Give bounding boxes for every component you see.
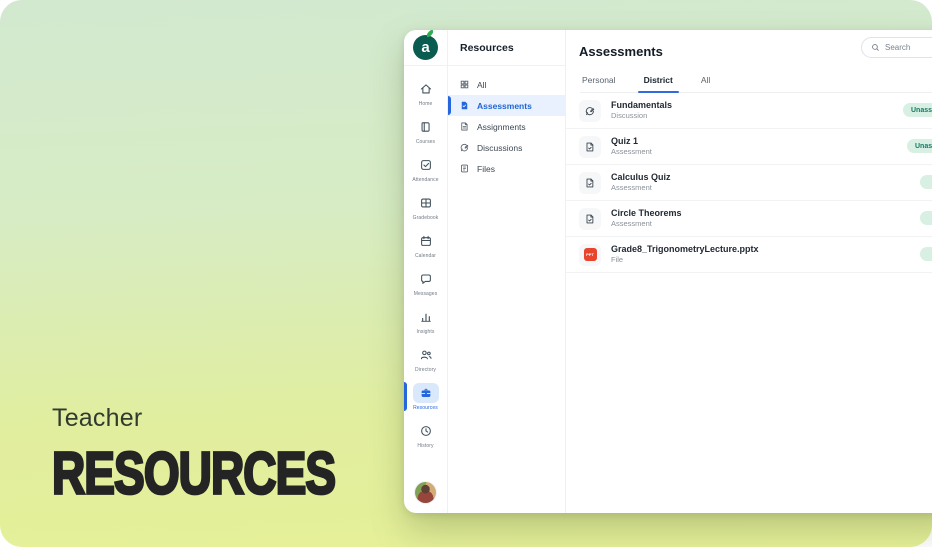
- nav-item-insights[interactable]: Insights: [404, 304, 447, 339]
- list-item-text: Fundamentals Discussion: [611, 100, 672, 121]
- calendar-icon: [413, 231, 439, 251]
- item-title: Grade8_TrigonometryLecture.pptx: [611, 244, 759, 254]
- nav-item-label: Courses: [415, 139, 436, 145]
- nav-item-attendance[interactable]: Attendance: [404, 152, 447, 187]
- files-icon: [461, 164, 468, 173]
- list-item-text: Circle Theorems Assessment: [611, 208, 682, 229]
- item-subtitle: File: [611, 255, 624, 265]
- nav-item-label: Gradebook: [412, 215, 439, 221]
- list-item-fundamentals[interactable]: Fundamentals Discussion Unassigned: [566, 93, 932, 129]
- ppt-file-type-label: PPT: [583, 248, 597, 261]
- book-icon: [413, 117, 439, 137]
- nav-item-label: Attendance: [412, 177, 439, 183]
- checkbox-icon: [413, 155, 439, 175]
- poster-headline: Teacher RESOURCES: [51, 404, 360, 508]
- item-subtitle: Assessment: [611, 219, 652, 229]
- assignment-doc-icon: [461, 122, 468, 131]
- tab-personal[interactable]: Personal: [580, 75, 618, 92]
- item-title: Fundamentals: [611, 100, 673, 110]
- assessment-doc-icon: [579, 207, 601, 230]
- discussion-icon: [460, 143, 469, 152]
- status-badge: Unassigned: [903, 103, 932, 117]
- briefcase-icon: [412, 383, 439, 403]
- item-title: Quiz 1: [611, 136, 639, 146]
- nav-item-label: Insights: [416, 329, 435, 335]
- assessment-doc-icon: [579, 171, 601, 194]
- panel-item-files[interactable]: Files: [448, 158, 565, 179]
- panel-item-label: Discussions: [477, 142, 523, 153]
- nav-item-calendar[interactable]: Calendar: [404, 228, 447, 263]
- poster-eyebrow: Teacher: [52, 404, 143, 432]
- tab-bar: Personal District All: [580, 75, 932, 93]
- user-avatar[interactable]: [415, 482, 436, 503]
- panel-item-discussions[interactable]: Discussions: [448, 137, 565, 158]
- item-title: Circle Theorems: [611, 208, 682, 218]
- brand-monogram: a: [421, 38, 430, 56]
- nav-item-resources[interactable]: Resources: [404, 380, 447, 415]
- nav-rail-items: Home Courses Attendance Gradebook Calend…: [404, 76, 447, 456]
- nav-item-label: Home: [418, 101, 433, 107]
- panel-item-all[interactable]: All: [448, 74, 565, 95]
- assessment-list: Fundamentals Discussion Unassigned Quiz …: [566, 93, 932, 273]
- nav-rail: a Home Courses Attendance Gradebook Cale…: [404, 30, 448, 513]
- nav-item-label: Resources: [413, 405, 438, 411]
- status-badge: Unassigned: [907, 139, 932, 153]
- bar-chart-icon: [413, 307, 439, 327]
- panel-item-label: Assessments: [477, 100, 532, 111]
- clock-icon: [413, 421, 439, 441]
- panel-item-label: Assignments: [477, 121, 526, 132]
- panel-item-label: All: [477, 79, 487, 90]
- nav-item-courses[interactable]: Courses: [404, 114, 447, 149]
- brand-logo-container: a: [404, 30, 447, 66]
- grid-table-icon: [413, 193, 439, 213]
- item-subtitle: Discussion: [611, 111, 648, 121]
- list-item-quiz-1[interactable]: Quiz 1 Assessment Unassigned: [566, 129, 932, 165]
- people-icon: [413, 345, 439, 365]
- panel-title: Resources: [448, 30, 565, 66]
- tab-all[interactable]: All: [699, 75, 712, 92]
- status-badge: [920, 247, 932, 261]
- panel-item-label: Files: [477, 163, 495, 174]
- panel-item-assessments[interactable]: Assessments: [448, 95, 565, 116]
- main-content: Assessments Search Personal District All…: [566, 30, 932, 513]
- panel-item-assignments[interactable]: Assignments: [448, 116, 565, 137]
- ppt-file-icon: PPT: [579, 243, 601, 266]
- discussion-icon: [579, 99, 601, 122]
- home-icon: [413, 79, 439, 99]
- search-icon: [872, 44, 879, 51]
- search-box[interactable]: Search: [861, 37, 932, 58]
- list-item-calculus-quiz[interactable]: Calculus Quiz Assessment: [566, 165, 932, 201]
- nav-item-gradebook[interactable]: Gradebook: [404, 190, 447, 225]
- list-item-text: Calculus Quiz Assessment: [611, 172, 671, 193]
- list-item-circle-theorems[interactable]: Circle Theorems Assessment: [566, 201, 932, 237]
- assessment-doc-icon: [579, 135, 601, 158]
- status-badge: [920, 175, 932, 189]
- assessment-doc-icon: [461, 101, 468, 110]
- search-placeholder: Search: [885, 43, 911, 52]
- panel-items: All Assessments Assignments Discussions …: [448, 66, 565, 179]
- status-badge: [920, 211, 932, 225]
- item-subtitle: Assessment: [611, 183, 652, 193]
- nav-item-label: Directory: [415, 367, 436, 373]
- tab-district[interactable]: District: [637, 75, 680, 93]
- app-window: a Home Courses Attendance Gradebook Cale…: [404, 30, 932, 513]
- item-subtitle: Assessment: [611, 147, 652, 157]
- resources-panel: Resources All Assessments Assignments Di…: [448, 30, 566, 513]
- nav-item-directory[interactable]: Directory: [404, 342, 447, 377]
- chat-bubble-icon: [413, 269, 439, 289]
- list-item-text: Quiz 1 Assessment: [611, 136, 652, 157]
- nav-item-home[interactable]: Home: [404, 76, 447, 111]
- poster-title: RESOURCES: [51, 439, 337, 508]
- grid-icon: [460, 80, 469, 89]
- list-item-trigonometry-lecture[interactable]: PPT Grade8_TrigonometryLecture.pptx File: [566, 237, 932, 273]
- list-item-text: Grade8_TrigonometryLecture.pptx File: [611, 244, 759, 265]
- nav-item-label: Messages: [413, 291, 438, 297]
- nav-item-label: History: [417, 443, 434, 449]
- nav-item-label: Calendar: [414, 253, 437, 259]
- item-title: Calculus Quiz: [611, 172, 671, 182]
- brand-logo[interactable]: a: [413, 35, 438, 60]
- nav-item-history[interactable]: History: [404, 418, 447, 453]
- nav-item-messages[interactable]: Messages: [404, 266, 447, 301]
